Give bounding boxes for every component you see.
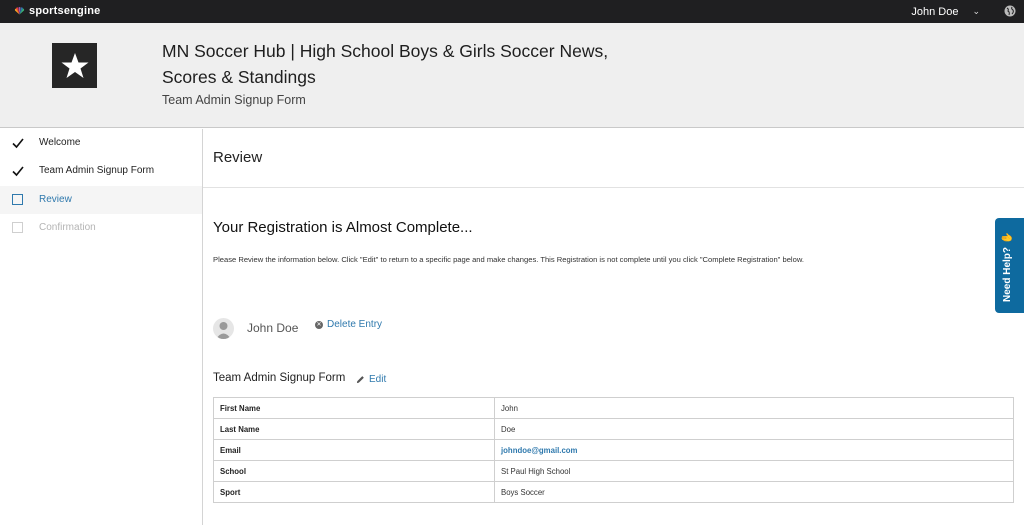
close-circle-icon: ✕ <box>315 320 323 329</box>
checkbox-disabled-icon <box>12 222 24 234</box>
need-help-label: Need Help? <box>1002 246 1013 302</box>
entry-name: John Doe <box>247 321 299 335</box>
field-label: First Name <box>213 397 495 419</box>
field-value: St Paul High School <box>494 460 1014 482</box>
edit-label: Edit <box>369 374 387 385</box>
field-label: Email <box>213 439 495 461</box>
delete-entry-label: Delete Entry <box>327 319 383 330</box>
step-confirmation: Confirmation <box>0 214 202 242</box>
organization-logo <box>52 43 97 88</box>
field-label: Last Name <box>213 418 495 440</box>
page-title: Review <box>213 149 263 166</box>
progress-sidebar: Welcome Team Admin Signup Form Review Co… <box>0 129 203 525</box>
review-table: First Name John Last Name Doe Email john… <box>213 397 1014 503</box>
sportsengine-brand[interactable]: sportsengine <box>14 3 100 19</box>
step-label: Confirmation <box>39 222 96 233</box>
table-row: Last Name Doe <box>213 418 1014 440</box>
step-team-admin-signup-form[interactable]: Team Admin Signup Form <box>0 157 202 185</box>
need-help-tab[interactable]: Need Help? ✋ <box>995 218 1024 313</box>
peacock-logo-icon <box>14 7 25 15</box>
checkbox-empty-icon <box>12 194 24 206</box>
email-link[interactable]: johndoe@gmail.com <box>494 439 1014 461</box>
checkmark-icon <box>12 166 24 177</box>
step-review[interactable]: Review <box>0 186 202 214</box>
instructions-text: Please Review the information below. Cli… <box>213 255 805 264</box>
globe-icon[interactable] <box>1004 5 1016 17</box>
field-value: Doe <box>494 418 1014 440</box>
chevron-down-icon: ⌄ <box>972 6 980 16</box>
field-label: Sport <box>213 481 495 503</box>
table-row: Sport Boys Soccer <box>213 481 1014 503</box>
edit-link[interactable]: Edit <box>356 374 386 385</box>
user-avatar-icon <box>216 322 231 339</box>
entry-row: John Doe ✕ Delete Entry <box>213 317 613 339</box>
hand-wave-icon: ✋ <box>1002 231 1013 245</box>
site-header: MN Soccer Hub | High School Boys & Girls… <box>0 23 1024 128</box>
step-label: Welcome <box>39 137 81 148</box>
table-row: Email johndoe@gmail.com <box>213 439 1014 461</box>
form-section-title: Team Admin Signup Form <box>213 372 346 384</box>
step-label: Team Admin Signup Form <box>39 165 155 176</box>
star-logo-icon <box>61 52 88 78</box>
brand-label: sportsengine <box>29 5 101 17</box>
top-bar: sportsengine John Doe ⌄ <box>0 0 1024 23</box>
field-value: John <box>494 397 1014 419</box>
avatar <box>213 318 234 339</box>
field-label: School <box>213 460 495 482</box>
table-row: School St Paul High School <box>213 460 1014 482</box>
need-help-text: Need Help? ✋ <box>1002 232 1013 302</box>
delete-entry-link[interactable]: ✕ Delete Entry <box>315 319 382 330</box>
user-name: John Doe <box>911 5 959 18</box>
pencil-icon <box>356 376 364 384</box>
site-title: MN Soccer Hub | High School Boys & Girls… <box>162 41 609 87</box>
form-subtitle: Team Admin Signup Form <box>162 93 306 107</box>
table-row: First Name John <box>213 397 1014 419</box>
divider <box>203 187 1024 188</box>
user-menu[interactable]: John Doe ⌄ <box>911 0 980 23</box>
field-value: Boys Soccer <box>494 481 1014 503</box>
step-welcome[interactable]: Welcome <box>0 129 202 157</box>
step-label: Review <box>39 194 72 205</box>
main-content: Review Your Registration is Almost Compl… <box>203 129 1024 525</box>
checkmark-icon <box>12 138 24 149</box>
registration-heading: Your Registration is Almost Complete... <box>213 219 473 236</box>
